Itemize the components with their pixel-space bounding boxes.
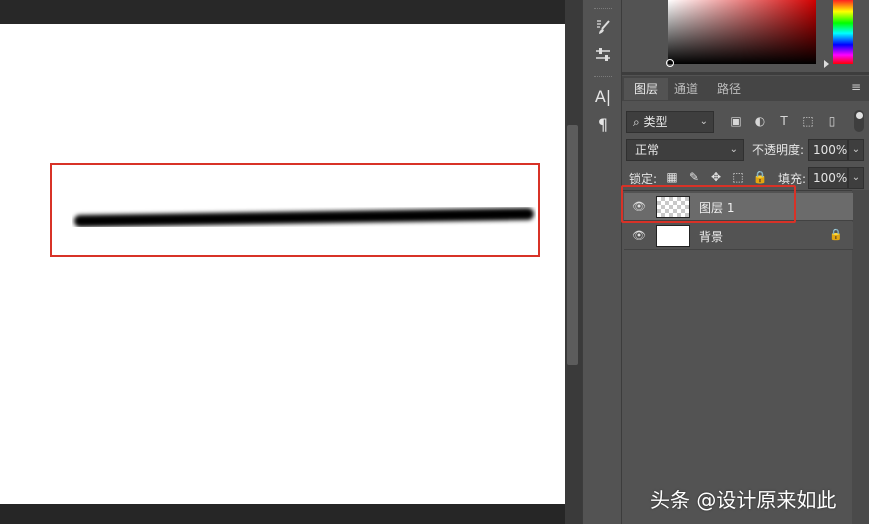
blend-mode-value: 正常 xyxy=(635,143,660,157)
stroke-highlight-box xyxy=(50,163,540,257)
adjust-icon[interactable] xyxy=(592,46,614,68)
layer-thumbnail xyxy=(656,225,690,247)
filter-toggle-knob xyxy=(856,112,863,119)
lock-artboard-icon[interactable]: ⬚ xyxy=(730,169,746,185)
fill-input[interactable]: 100% xyxy=(808,167,848,189)
adjustment-filter-icon[interactable]: ◐ xyxy=(752,113,768,129)
character-icon[interactable]: A| xyxy=(592,86,614,108)
panel-tool-strip: A| ¶ xyxy=(582,0,622,524)
color-picker-handle[interactable] xyxy=(666,59,674,67)
fill-dropdown-button[interactable]: ⌄ xyxy=(848,167,864,189)
lock-position-icon[interactable]: ✥ xyxy=(708,169,724,185)
watermark: 头条 @设计原来如此 xyxy=(650,488,837,512)
document-canvas[interactable] xyxy=(0,24,565,504)
panel-menu-icon[interactable]: ≡ xyxy=(849,80,863,94)
tab-paths[interactable]: 路径 xyxy=(707,78,751,100)
chevron-down-icon: ⌄ xyxy=(729,144,738,155)
layer-kind-filter[interactable]: ⌕ 类型 ⌄ xyxy=(626,111,714,133)
kind-filter-label: ⌕ 类型 xyxy=(633,115,668,129)
opacity-input[interactable]: 100% xyxy=(808,139,848,161)
strip-grip[interactable] xyxy=(594,8,612,11)
lock-pixels-icon[interactable]: ✎ xyxy=(686,169,702,185)
paragraph-icon[interactable]: ¶ xyxy=(592,114,614,136)
lock-transparency-icon[interactable]: ▦ xyxy=(664,169,680,185)
strip-grip[interactable] xyxy=(594,76,612,79)
layers-scroll-gutter xyxy=(852,190,869,524)
lock-icon: 🔒 xyxy=(829,228,843,241)
tab-channels[interactable]: 通道 xyxy=(664,78,708,100)
brush-settings-icon[interactable] xyxy=(592,18,614,40)
eye-icon[interactable]: 👁 xyxy=(632,229,646,243)
blend-mode-select[interactable]: 正常 ⌄ xyxy=(626,139,744,161)
chevron-down-icon: ⌄ xyxy=(699,116,708,127)
opacity-label: 不透明度: xyxy=(752,143,805,157)
pixel-filter-icon[interactable]: ▣ xyxy=(728,113,744,129)
scrollbar-thumb[interactable] xyxy=(567,125,578,365)
layer-name[interactable]: 背景 xyxy=(699,228,723,245)
color-picker-field[interactable] xyxy=(668,0,816,64)
smart-object-filter-icon[interactable]: ▯ xyxy=(824,113,840,129)
shape-filter-icon[interactable]: ⬚ xyxy=(800,113,816,129)
opacity-dropdown-button[interactable]: ⌄ xyxy=(848,139,864,161)
canvas-bottom-bar xyxy=(0,504,565,524)
tab-layers[interactable]: 图层 xyxy=(624,78,669,100)
layer-row-background[interactable]: 👁 背景 🔒 xyxy=(624,222,853,250)
layer-highlight-box xyxy=(621,185,796,223)
type-filter-icon[interactable]: T xyxy=(776,113,792,129)
hue-slider[interactable] xyxy=(833,0,853,64)
panel-divider xyxy=(622,72,869,75)
hue-slider-handle[interactable] xyxy=(824,60,829,68)
lock-all-icon[interactable]: 🔒 xyxy=(752,169,768,185)
